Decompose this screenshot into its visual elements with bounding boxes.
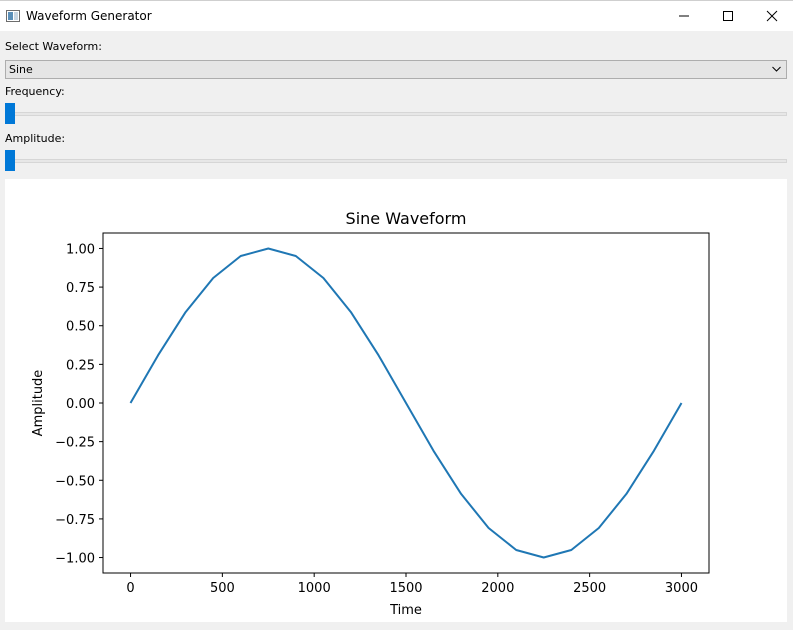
y-tick-label: 0.25 <box>66 358 95 373</box>
y-tick-label: 0.00 <box>66 397 95 412</box>
plot-area: Sine Waveform Time Amplitude 0 500 1000 150… <box>5 179 787 622</box>
x-tick-label: 0 <box>126 581 134 596</box>
frequency-slider-track[interactable] <box>5 112 787 116</box>
amplitude-label: Amplitude: <box>5 132 66 145</box>
x-tick-label: 2500 <box>573 581 606 596</box>
y-tick-label: −0.75 <box>55 513 95 528</box>
amplitude-slider[interactable] <box>5 150 787 172</box>
amplitude-slider-handle[interactable] <box>5 150 15 171</box>
axis-ticks: 0 500 1000 1500 2000 2500 3000 1.00 0.75 0.50 0.25… <box>55 242 698 596</box>
maximize-icon <box>723 11 733 21</box>
waveform-label: Select Waveform: <box>5 40 102 53</box>
minimize-icon <box>679 15 689 17</box>
chart-series <box>129 247 683 559</box>
waveform-select-value: Sine <box>9 63 33 76</box>
y-tick-label: −0.50 <box>55 474 95 489</box>
x-tick-label: 3000 <box>665 581 698 596</box>
amplitude-slider-track[interactable] <box>5 159 787 163</box>
y-tick-label: −1.00 <box>55 552 95 567</box>
sine-series-line <box>129 247 683 559</box>
maximize-button[interactable] <box>705 1 751 31</box>
y-tick-label: 1.00 <box>66 242 95 257</box>
y-tick-label: 0.50 <box>66 320 95 335</box>
x-tick-label: 500 <box>210 581 235 596</box>
y-axis-label: Amplitude <box>31 370 46 437</box>
x-axis-label: Time <box>389 603 422 618</box>
x-tick-label: 1500 <box>389 581 422 596</box>
y-tick-label: −0.25 <box>55 436 95 451</box>
close-button[interactable] <box>749 1 793 31</box>
frequency-label: Frequency: <box>5 85 65 98</box>
title-bar[interactable]: Waveform Generator <box>0 0 793 31</box>
x-tick-label: 2000 <box>481 581 514 596</box>
window-title: Waveform Generator <box>26 9 152 23</box>
frequency-slider-handle[interactable] <box>5 103 15 124</box>
chevron-down-icon <box>772 66 781 72</box>
waveform-chart: Sine Waveform Time Amplitude 0 500 1000 150… <box>31 209 710 618</box>
x-tick-label: 1000 <box>298 581 331 596</box>
app-icon <box>6 10 20 22</box>
y-tick-label: 0.75 <box>66 281 95 296</box>
minimize-button[interactable] <box>661 1 707 31</box>
waveform-select[interactable]: Sine <box>5 60 787 79</box>
chart-title: Sine Waveform <box>346 209 467 228</box>
frequency-slider[interactable] <box>5 103 787 125</box>
close-icon <box>766 10 778 22</box>
